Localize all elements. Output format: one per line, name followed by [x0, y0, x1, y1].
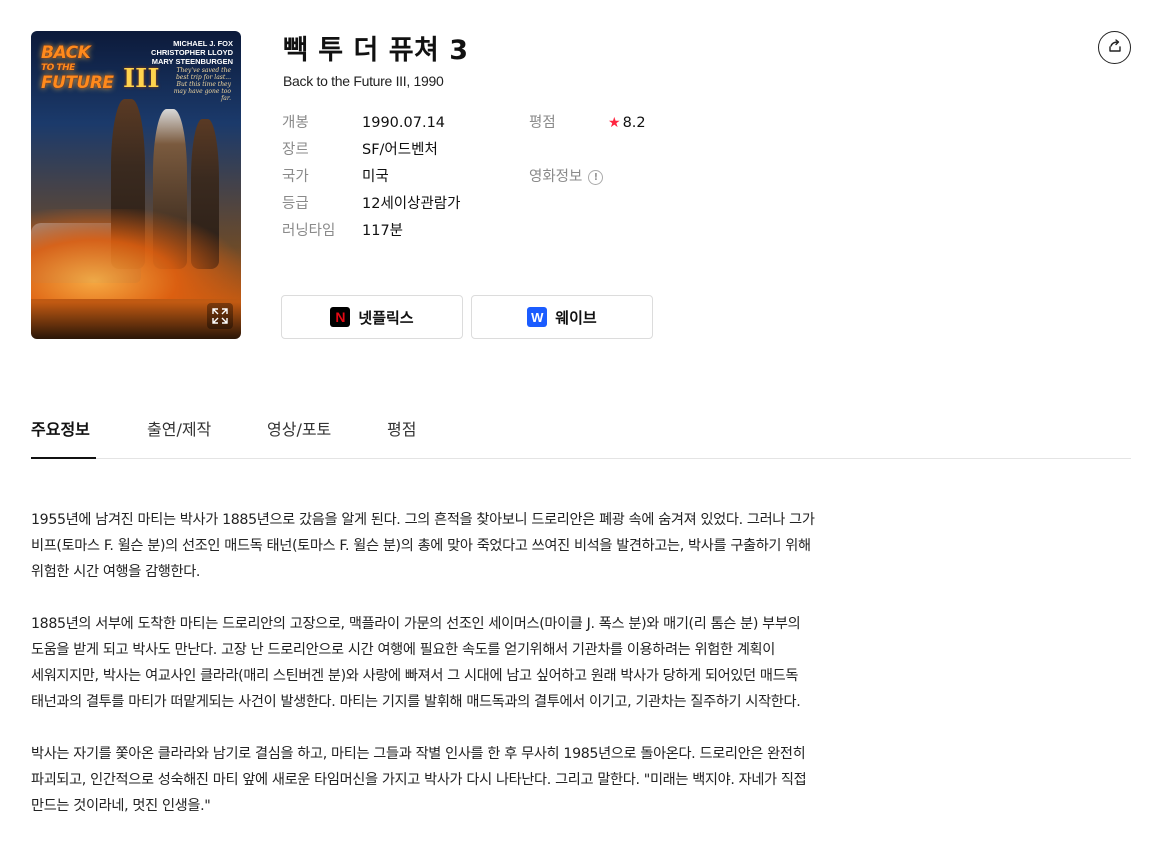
age-rating-value: 12세이상관람가 — [362, 196, 461, 212]
poster-tagline: They've saved the best trip for last... … — [173, 67, 231, 102]
score-value-row: ★ 8.2 — [608, 110, 688, 137]
synopsis-paragraph: 1885년의 서부에 도착한 마티는 드로리안의 고장으로, 맥플라이 가문의 … — [31, 616, 801, 710]
runtime-label: 러닝타임 — [282, 223, 336, 239]
share-button[interactable] — [1098, 31, 1131, 64]
info-icon[interactable]: ! — [588, 170, 604, 185]
score-value: 8.2 — [622, 115, 646, 131]
genre-label: 장르 — [282, 142, 309, 158]
wavve-label: 웨이브 — [555, 308, 597, 327]
netflix-label: 넷플릭스 — [358, 308, 414, 327]
genre-value: SF/어드벤처 — [362, 142, 438, 158]
expand-icon[interactable] — [207, 303, 233, 329]
info-labels: 개봉 장르 국가 등급 러닝타임 — [282, 110, 362, 245]
release-value: 1990.07.14 — [362, 115, 446, 131]
movie-title: 빽 투 더 퓨쳐 3 — [283, 35, 469, 66]
country-label: 국가 — [282, 169, 309, 185]
wavve-button[interactable]: W 웨이브 — [471, 295, 653, 339]
country-value: 미국 — [362, 169, 389, 185]
movie-info-label[interactable]: 영화정보! — [529, 164, 609, 191]
movie-poster[interactable]: BACK TO THE FUTURE III MICHAEL J. FOX CH… — [31, 31, 241, 339]
star-icon: ★ — [608, 115, 621, 131]
poster-flames — [31, 209, 241, 299]
synopsis-paragraph: 박사는 자기를 쫓아온 클라라와 남기로 결심을 하고, 마티는 그들과 작별 … — [31, 746, 807, 814]
score-values: ★ 8.2 — [608, 110, 688, 137]
runtime-value: 117분 — [362, 223, 404, 239]
wavve-icon: W — [527, 307, 548, 327]
movie-info-text: 영화정보 — [529, 169, 583, 185]
tab-cast-crew[interactable]: 출연/제작 — [147, 416, 211, 459]
synopsis: 1955년에 남겨진 마티는 박사가 1885년으로 갔음을 알게 된다. 그의… — [31, 507, 831, 819]
netflix-button[interactable]: N 넷플릭스 — [281, 295, 463, 339]
movie-subtitle: Back to the Future III, 1990 — [283, 73, 444, 89]
synopsis-paragraph: 1955년에 남겨진 마티는 박사가 1885년으로 갔음을 알게 된다. 그의… — [31, 512, 815, 580]
age-rating-label: 등급 — [282, 196, 309, 212]
score-label: 평점 — [529, 115, 556, 131]
tab-bar: 주요정보 출연/제작 영상/포토 평점 — [31, 412, 1131, 459]
info-labels-2: 평점 영화정보! — [529, 110, 609, 191]
tab-reviews[interactable]: 평점 — [387, 416, 416, 459]
netflix-icon: N — [330, 307, 351, 327]
tab-main-info[interactable]: 주요정보 — [31, 416, 96, 459]
release-label: 개봉 — [282, 115, 309, 131]
poster-credits: MICHAEL J. FOX CHRISTOPHER LLOYD MARY ST… — [151, 39, 233, 66]
poster-logo-numeral: III — [123, 64, 160, 94]
tab-video-photo[interactable]: 영상/포토 — [267, 416, 331, 459]
info-values: 1990.07.14 SF/어드벤처 미국 12세이상관람가 117분 — [362, 110, 512, 245]
share-icon — [1107, 38, 1123, 57]
